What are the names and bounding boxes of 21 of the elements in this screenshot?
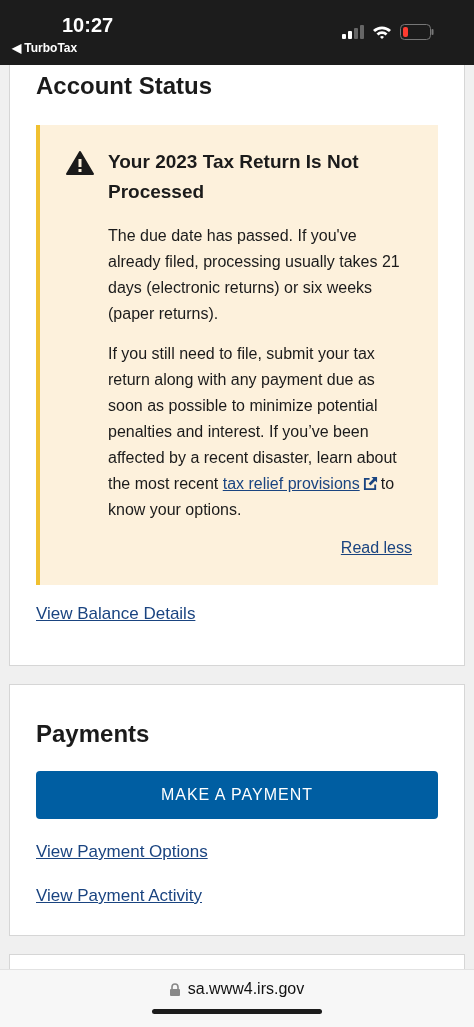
- warning-icon: [66, 151, 94, 175]
- signal-icon: [342, 25, 364, 39]
- make-payment-button[interactable]: MAKE A PAYMENT: [36, 771, 438, 819]
- section-title: Account Status: [36, 71, 212, 101]
- balance-details-link[interactable]: View Balance Details: [36, 603, 196, 625]
- back-link[interactable]: ◀ TurboTax: [12, 41, 78, 55]
- payment-link[interactable]: View Payment Activity: [36, 885, 202, 907]
- lock-icon: [169, 982, 180, 996]
- section-title: Payments: [36, 719, 150, 749]
- alert-title: Your 2023 Tax Return Is Not Processed: [108, 150, 360, 204]
- home-indicator[interactable]: [152, 1009, 322, 1014]
- wifi-icon: [372, 25, 392, 39]
- payment-link[interactable]: View Payment Options: [36, 841, 208, 863]
- clock-time: 10:27: [62, 14, 114, 36]
- tax-relief-link[interactable]: tax relief provisions: [222, 475, 360, 492]
- url-text[interactable]: sa.www4.irs.gov: [187, 980, 305, 998]
- alert-paragraph: The due date has passed. If you've already filed, processing usually takes 21 days (electronic returns) or six weeks (paper returns).: [108, 226, 401, 324]
- read-less-link[interactable]: Read less: [340, 537, 412, 559]
- external-link-icon: [362, 476, 378, 491]
- battery-icon: [400, 24, 434, 40]
- alert-paragraph: If you still need to file, submit your tax return along with any payment due as soon as possible to minimize potential penalties and interest. If you’ve been affected by a recent disaster, learn about the most recent tax relief provisions to know your options.: [108, 344, 398, 520]
